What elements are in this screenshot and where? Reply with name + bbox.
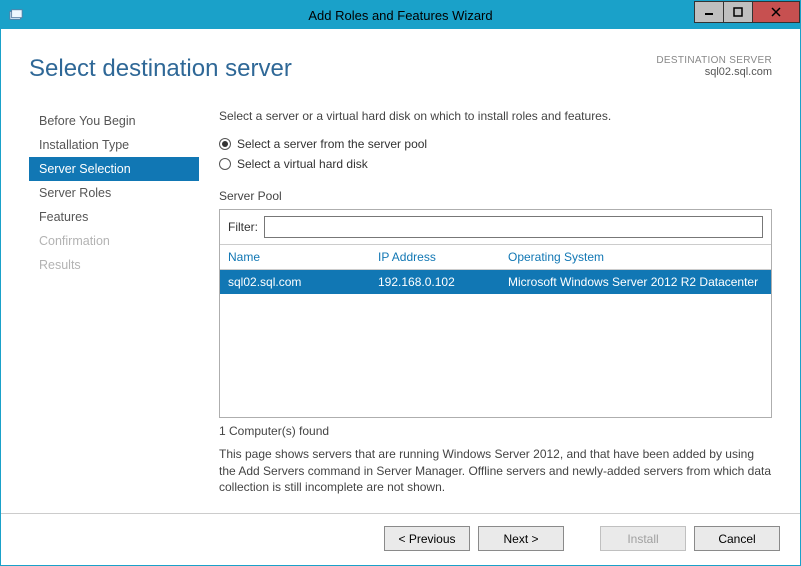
server-pool-label: Server Pool xyxy=(219,189,772,203)
nav-results: Results xyxy=(29,253,199,277)
titlebar: Add Roles and Features Wizard xyxy=(1,1,800,29)
destination-name: sql02.sql.com xyxy=(656,66,772,78)
col-name-header[interactable]: Name xyxy=(220,245,370,269)
destination-box: DESTINATION SERVER sql02.sql.com xyxy=(656,55,772,78)
radio-server-pool[interactable]: Select a server from the server pool xyxy=(219,137,772,151)
col-ip-header[interactable]: IP Address xyxy=(370,245,500,269)
footer: < Previous Next > Install Cancel xyxy=(1,513,800,565)
server-table: Name IP Address Operating System sql02.s… xyxy=(220,245,771,417)
table-row[interactable]: sql02.sql.com 192.168.0.102 Microsoft Wi… xyxy=(220,270,771,294)
cell-name: sql02.sql.com xyxy=(220,270,370,294)
table-header: Name IP Address Operating System xyxy=(220,245,771,270)
button-gap xyxy=(572,526,592,551)
previous-button[interactable]: < Previous xyxy=(384,526,470,551)
radio-label: Select a virtual hard disk xyxy=(237,157,368,171)
filter-label: Filter: xyxy=(228,220,258,234)
page-title: Select destination server xyxy=(29,55,292,83)
wizard-window: Add Roles and Features Wizard Select des… xyxy=(0,0,801,566)
cell-ip: 192.168.0.102 xyxy=(370,270,500,294)
nav-installation-type[interactable]: Installation Type xyxy=(29,133,199,157)
content-area: Select destination server DESTINATION SE… xyxy=(1,29,800,513)
server-pool-box: Filter: Name IP Address Operating System… xyxy=(219,209,772,418)
install-button: Install xyxy=(600,526,686,551)
minimize-button[interactable] xyxy=(694,1,724,23)
cancel-button[interactable]: Cancel xyxy=(694,526,780,551)
radio-icon xyxy=(219,158,231,170)
table-body: sql02.sql.com 192.168.0.102 Microsoft Wi… xyxy=(220,270,771,417)
filter-row: Filter: xyxy=(220,210,771,245)
header-row: Select destination server DESTINATION SE… xyxy=(29,55,772,83)
window-controls xyxy=(695,1,800,23)
radio-label: Select a server from the server pool xyxy=(237,137,427,151)
instruction-text: Select a server or a virtual hard disk o… xyxy=(219,109,772,123)
sidebar: Before You Begin Installation Type Serve… xyxy=(29,109,199,495)
computer-count: 1 Computer(s) found xyxy=(219,424,772,438)
info-note: This page shows servers that are running… xyxy=(219,446,772,495)
maximize-button[interactable] xyxy=(723,1,753,23)
nav-before-you-begin[interactable]: Before You Begin xyxy=(29,109,199,133)
radio-icon xyxy=(219,138,231,150)
next-button[interactable]: Next > xyxy=(478,526,564,551)
nav-server-selection[interactable]: Server Selection xyxy=(29,157,199,181)
nav-features[interactable]: Features xyxy=(29,205,199,229)
main-panel: Select a server or a virtual hard disk o… xyxy=(199,109,772,495)
body-row: Before You Begin Installation Type Serve… xyxy=(29,109,772,495)
cell-os: Microsoft Windows Server 2012 R2 Datacen… xyxy=(500,270,771,294)
col-os-header[interactable]: Operating System xyxy=(500,245,771,269)
radio-vhd[interactable]: Select a virtual hard disk xyxy=(219,157,772,171)
close-button[interactable] xyxy=(752,1,800,23)
filter-input[interactable] xyxy=(264,216,763,238)
window-title: Add Roles and Features Wizard xyxy=(1,8,800,23)
app-icon xyxy=(9,8,29,22)
nav-server-roles[interactable]: Server Roles xyxy=(29,181,199,205)
nav-confirmation: Confirmation xyxy=(29,229,199,253)
destination-label: DESTINATION SERVER xyxy=(656,55,772,66)
